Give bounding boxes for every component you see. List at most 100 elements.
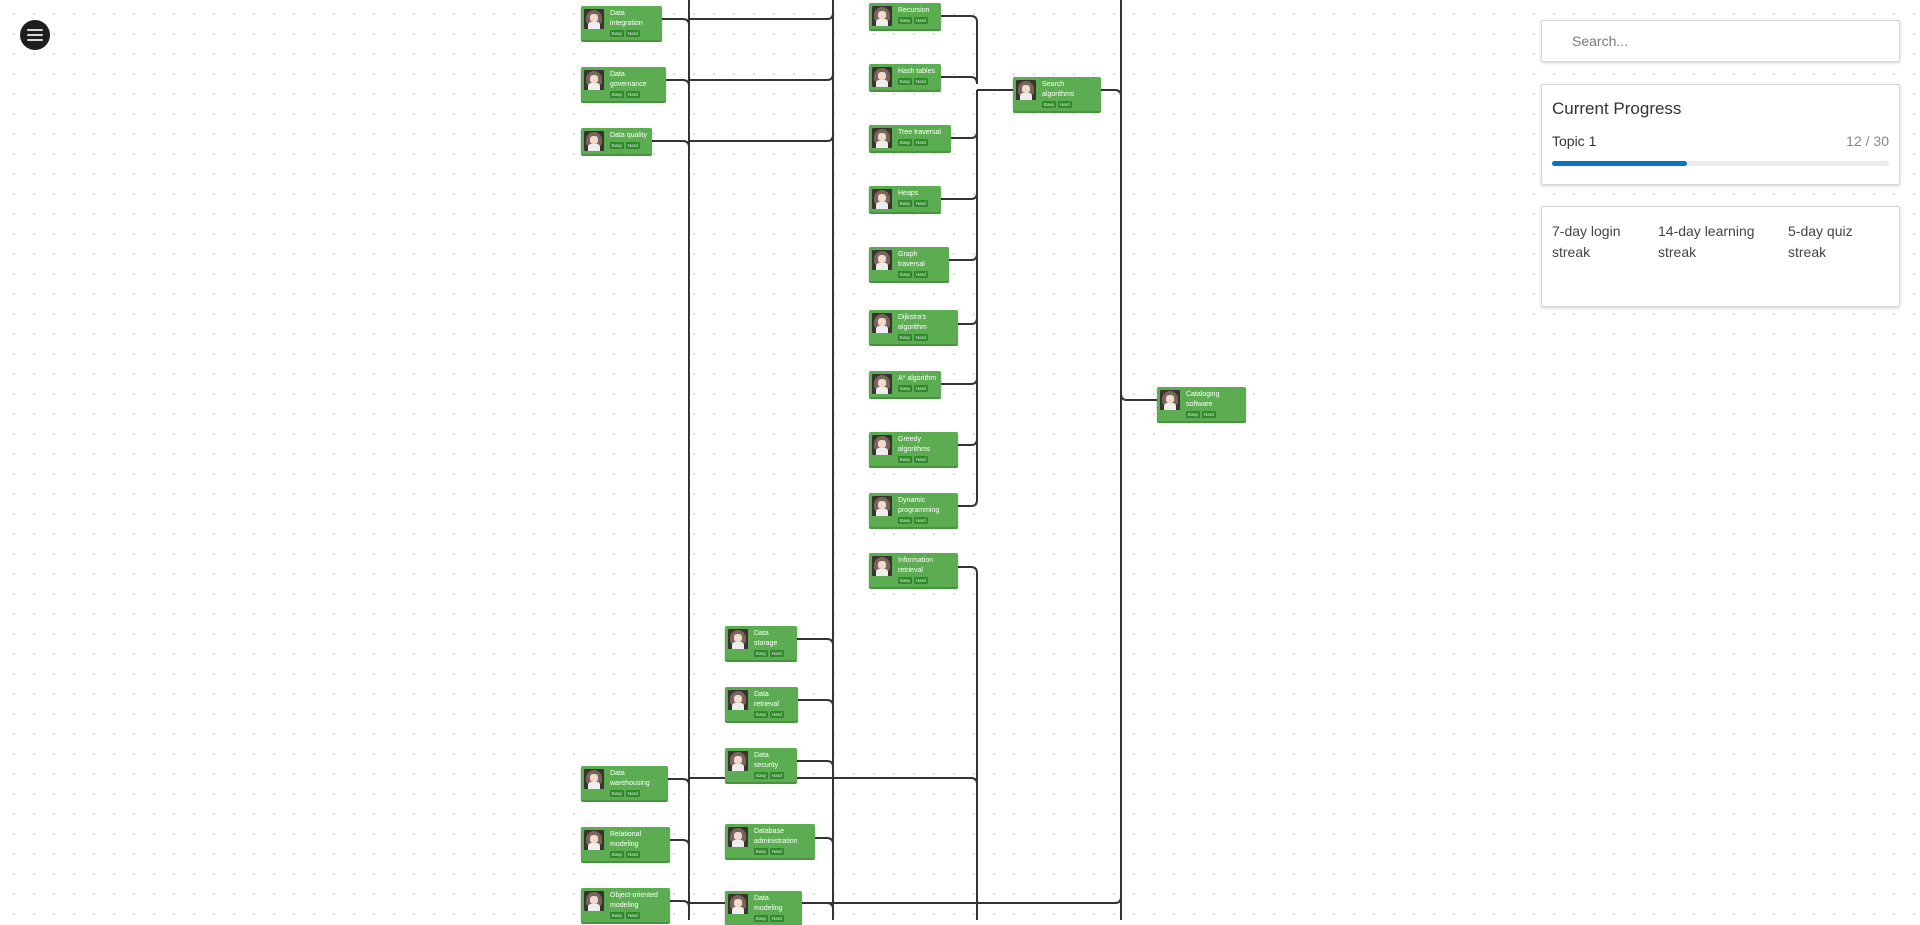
hard-badge[interactable]: Hard [914,139,928,146]
topic-node-hash-tables[interactable]: Hash tables Easy Hard [869,64,941,90]
hard-badge[interactable]: Hard [626,912,640,919]
topic-node-search-algorithms[interactable]: Search algorithms Easy Hard [1013,77,1101,111]
edge [951,90,978,139]
easy-badge[interactable]: Easy [898,200,913,207]
easy-badge[interactable]: Easy [898,271,913,278]
edge [689,12,834,20]
node-title: Data integration [610,10,643,27]
easy-badge[interactable]: Easy [1042,101,1057,108]
topic-node-data-retrieval[interactable]: Data retrieval Easy Hard [725,687,798,721]
topic-node-data-integration[interactable]: Data integration Easy Hard [581,6,662,40]
topic-node-data-security[interactable]: Data security Easy Hard [725,748,797,782]
topic-node-dijkstras-algorithm[interactable]: Dijkstra's algorithm Easy Hard [869,310,958,344]
edge [958,566,978,920]
avatar [584,830,604,850]
hard-badge[interactable]: Hard [914,577,928,584]
edge [668,778,690,786]
topic-node-object-oriented-modeling[interactable]: Object-oriented modeling Easy Hard [581,888,670,922]
topic-node-dynamic-programming[interactable]: Dynamic programming Easy Hard [869,493,958,527]
topic-node-information-retrieval[interactable]: Information retrieval Easy Hard [869,553,958,587]
hard-badge[interactable]: Hard [914,517,928,524]
streak-learning: 14-day learning streak [1658,223,1755,260]
easy-badge[interactable]: Easy [754,650,769,657]
topic-node-cataloging-software[interactable]: Cataloging software Easy Hard [1157,387,1246,421]
easy-badge[interactable]: Easy [754,711,769,718]
easy-badge[interactable]: Easy [898,517,913,524]
hard-badge[interactable]: Hard [770,650,784,657]
hamburger-menu-button[interactable] [20,20,50,50]
easy-badge[interactable]: Easy [610,30,625,37]
hard-badge[interactable]: Hard [914,385,928,392]
hard-badge[interactable]: Hard [626,91,640,98]
topic-node-data-governance[interactable]: Data governance Easy Hard [581,67,666,101]
topic-node-relational-modeling[interactable]: Relational modeling Easy Hard [581,827,670,861]
topic-node-greedy-algorithms[interactable]: Greedy algorithms Easy Hard [869,432,958,466]
topic-node-tree-traversal[interactable]: Tree traversal Easy Hard [869,125,951,151]
easy-badge[interactable]: Easy [1186,411,1201,418]
hard-badge[interactable]: Hard [770,915,784,922]
easy-badge[interactable]: Easy [898,139,913,146]
edge [958,438,978,446]
easy-badge[interactable]: Easy [898,456,913,463]
progress-topic-row: Topic 1 12 / 30 [1552,133,1889,149]
topic-node-graph-traversal[interactable]: Graph traversal Easy Hard [869,247,949,281]
hard-badge[interactable]: Hard [914,271,928,278]
easy-badge[interactable]: Easy [610,142,625,149]
node-title: A* algorithm [898,375,937,382]
node-title: Cataloging software [1186,391,1220,408]
topic-count: 12 / 30 [1846,133,1889,149]
hard-badge[interactable]: Hard [626,142,640,149]
topic-node-data-warehousing[interactable]: Data warehousing Easy Hard [581,766,668,800]
node-title: Recursion [898,7,930,14]
hard-badge[interactable]: Hard [770,711,784,718]
hard-badge[interactable]: Hard [914,200,928,207]
hard-badge[interactable]: Hard [1058,101,1072,108]
avatar [728,690,748,710]
easy-badge[interactable]: Easy [898,334,913,341]
easy-badge[interactable]: Easy [610,91,625,98]
topic-node-data-storage[interactable]: Data storage Easy Hard [725,626,797,660]
easy-badge[interactable]: Easy [610,790,625,797]
easy-badge[interactable]: Easy [754,772,769,779]
topic-node-data-quality[interactable]: Data quality Easy Hard [581,128,652,154]
easy-badge[interactable]: Easy [754,848,769,855]
avatar [1016,80,1036,100]
hard-badge[interactable]: Hard [626,30,640,37]
hard-badge[interactable]: Hard [914,17,928,24]
hard-badge[interactable]: Hard [914,78,928,85]
search-input[interactable] [1542,21,1899,61]
hard-badge[interactable]: Hard [626,790,640,797]
topic-name: Topic 1 [1552,133,1597,149]
avatar [584,9,604,29]
hard-badge[interactable]: Hard [770,772,784,779]
easy-badge[interactable]: Easy [754,915,769,922]
easy-badge[interactable]: Easy [898,17,913,24]
easy-badge[interactable]: Easy [898,577,913,584]
menu-line [27,29,43,31]
easy-badge[interactable]: Easy [898,78,913,85]
hard-badge[interactable]: Hard [626,851,640,858]
streaks-card: 7-day login streak 14-day learning strea… [1541,206,1900,307]
avatar [872,189,892,209]
hard-badge[interactable]: Hard [770,848,784,855]
easy-badge[interactable]: Easy [898,385,913,392]
node-title: Dijkstra's algorithm [898,314,927,331]
topic-node-a-star-algorithm[interactable]: A* algorithm Easy Hard [869,371,941,397]
edge [798,699,834,707]
easy-badge[interactable]: Easy [610,851,625,858]
topic-node-database-administration[interactable]: Database administration Easy Hard [725,824,815,858]
menu-line [27,39,43,41]
edge [949,253,978,261]
easy-badge[interactable]: Easy [610,912,625,919]
edge [1120,393,1157,401]
avatar [872,250,892,270]
topic-node-recursion[interactable]: Recursion Easy Hard [869,3,941,29]
hard-badge[interactable]: Hard [914,456,928,463]
avatar [872,6,892,26]
topic-node-heaps[interactable]: Heaps Easy Hard [869,186,941,212]
streak-login: 7-day login streak [1552,223,1621,260]
avatar [728,629,748,649]
hard-badge[interactable]: Hard [914,334,928,341]
hard-badge[interactable]: Hard [1202,411,1216,418]
edge [689,73,834,81]
